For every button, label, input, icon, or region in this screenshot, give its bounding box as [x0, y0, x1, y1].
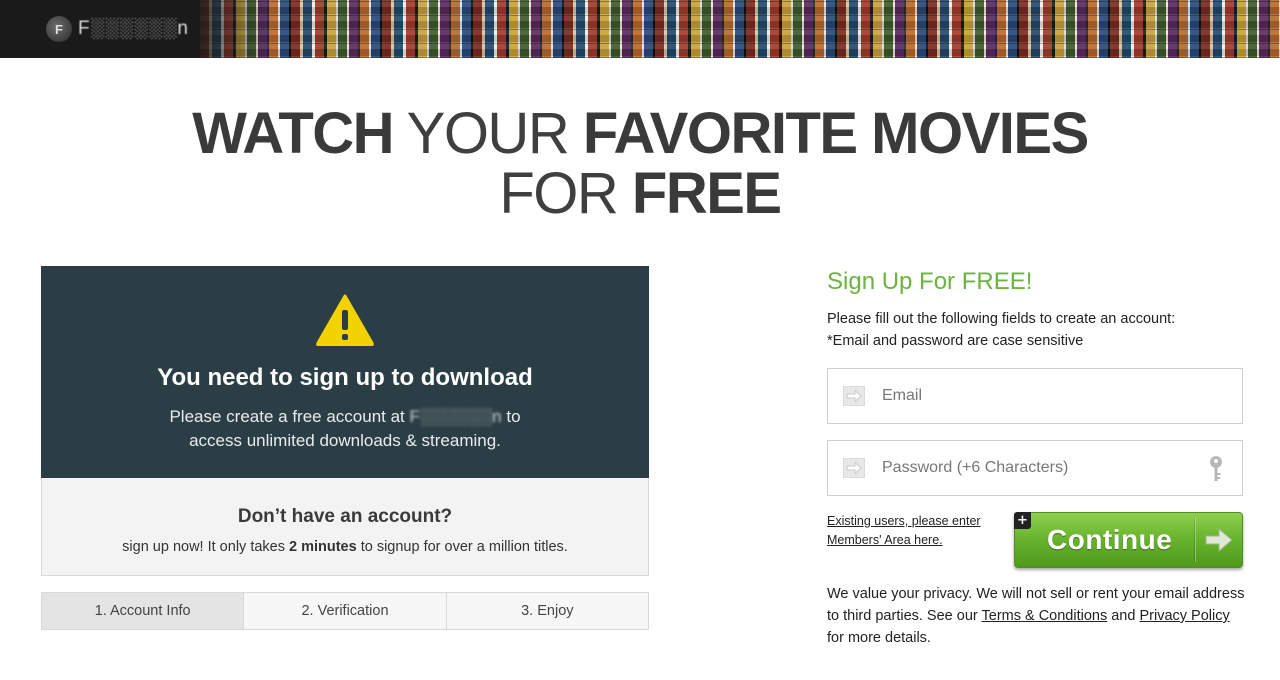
logo-icon: F	[46, 16, 72, 42]
email-field[interactable]	[827, 368, 1243, 424]
headline-line-2: FOR FREE	[0, 164, 1280, 224]
signup-required-panel: You need to sign up to download Please c…	[41, 266, 649, 478]
continue-button[interactable]: + Continue	[1014, 512, 1243, 568]
headline-watch: WATCH	[192, 101, 394, 166]
signup-desc-line2: *Email and password are case sensitive	[827, 333, 1084, 349]
privacy-policy-link[interactable]: Privacy Policy	[1139, 608, 1229, 624]
privacy-text-mid: and	[1107, 608, 1140, 624]
key-icon	[1210, 456, 1222, 481]
headline-your: YOUR	[393, 101, 583, 166]
warning-text-before: Please create a free account at	[169, 407, 410, 426]
arrow-right-icon	[843, 386, 865, 406]
site-name: F░░░░░░n	[409, 407, 502, 426]
warning-text-after: to	[501, 407, 521, 426]
step-verification: 2. Verification	[243, 593, 446, 629]
headline-free: FREE	[631, 161, 782, 226]
arrow-right-icon	[843, 458, 865, 478]
plus-icon: +	[1014, 512, 1031, 529]
no-account-panel: Don’t have an account? sign up now! It o…	[41, 478, 649, 576]
logo-text: F░░░░░░n	[78, 18, 189, 39]
header-banner: F F░░░░░░n	[0, 0, 1280, 58]
signup-title: Sign Up For FREE!	[827, 268, 1033, 295]
movie-poster-mosaic	[200, 0, 1280, 58]
continue-label: Continue	[1047, 524, 1173, 555]
warning-icon	[316, 294, 374, 346]
privacy-text-after: for more details.	[827, 630, 931, 646]
headline-line-1: WATCH YOUR FAVORITE MOVIES	[0, 104, 1280, 164]
no-account-text-after: to signup for over a million titles.	[356, 539, 568, 555]
terms-link[interactable]: Terms & Conditions	[982, 608, 1108, 624]
no-account-text: sign up now! It only takes 2 minutes to …	[42, 539, 648, 555]
signup-steps: 1. Account Info 2. Verification 3. Enjoy	[41, 592, 649, 630]
no-account-text-before: sign up now! It only takes	[122, 539, 289, 555]
privacy-notice: We value your privacy. We will not sell …	[827, 583, 1247, 649]
headline-favorite-movies: FAVORITE MOVIES	[582, 101, 1089, 166]
warning-message: Please create a free account at F░░░░░░n…	[41, 405, 649, 453]
warning-text-line2: access unlimited downloads & streaming.	[189, 431, 501, 450]
page-headline: WATCH YOUR FAVORITE MOVIES FOR FREE	[0, 104, 1280, 224]
mosaic-fade	[180, 0, 270, 58]
password-input[interactable]	[882, 459, 1192, 477]
password-field[interactable]	[827, 440, 1243, 496]
signup-desc-line1: Please fill out the following fields to …	[827, 311, 1176, 327]
warning-title: You need to sign up to download	[157, 364, 533, 391]
email-input[interactable]	[882, 387, 1192, 405]
members-area-link[interactable]: Existing users, please enter Members' Ar…	[827, 512, 1002, 550]
site-logo[interactable]: F F░░░░░░n	[46, 12, 189, 46]
step-enjoy: 3. Enjoy	[445, 593, 648, 629]
no-account-title: Don’t have an account?	[237, 506, 453, 527]
arrow-right-icon	[1196, 528, 1242, 552]
step-account-info: 1. Account Info	[42, 593, 244, 629]
no-account-text-bold: 2 minutes	[289, 539, 357, 555]
headline-for: FOR	[499, 161, 632, 226]
signup-description: Please fill out the following fields to …	[827, 308, 1247, 352]
